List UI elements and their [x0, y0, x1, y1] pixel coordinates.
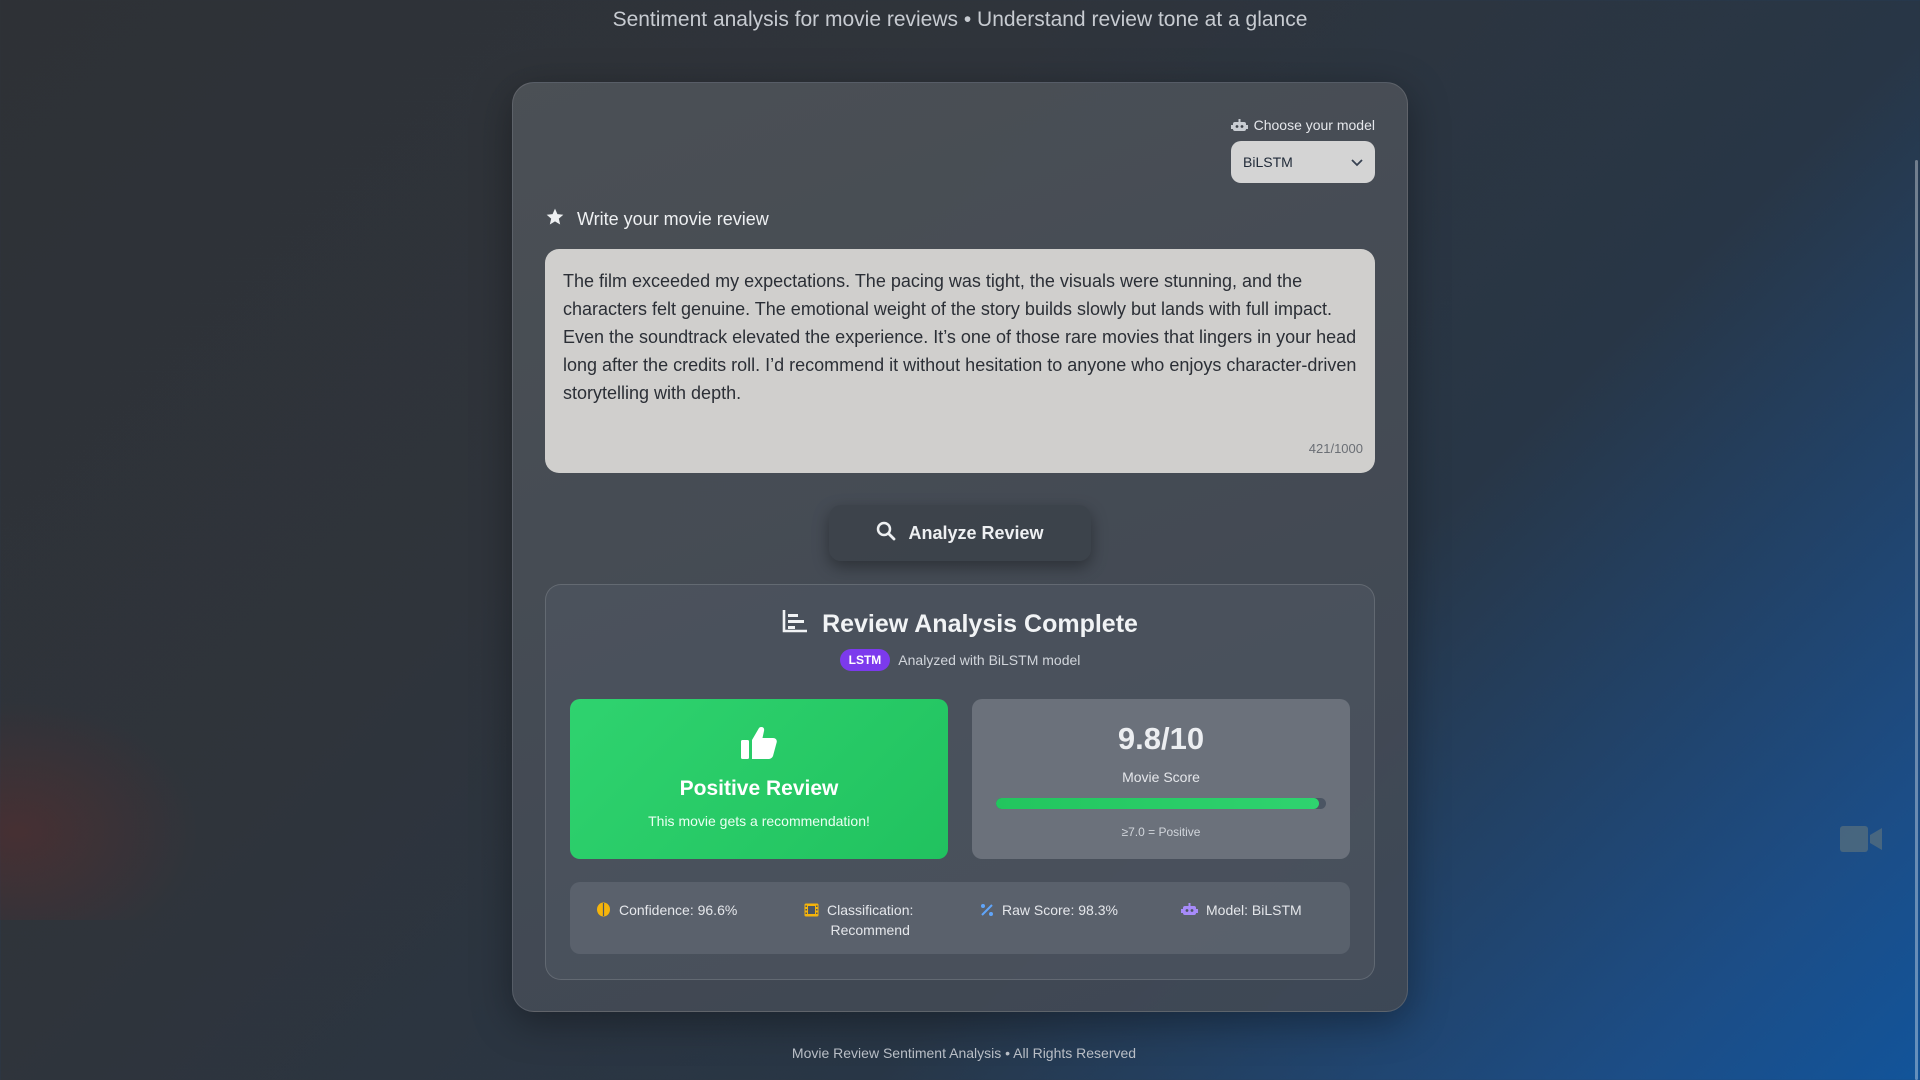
thumbs-up-icon: [570, 725, 948, 761]
review-heading: Write your movie review: [545, 207, 769, 232]
results-title-row: Review Analysis Complete: [546, 609, 1374, 640]
stat-classification-line2: Recommend: [830, 922, 910, 938]
sentiment-card: Positive Review This movie gets a recomm…: [570, 699, 948, 859]
model-picker: Choose your model BiLSTM: [1229, 117, 1375, 183]
video-camera-icon[interactable]: [1840, 826, 1882, 857]
model-label: Choose your model: [1253, 117, 1375, 133]
stat-model: Model: BiLSTM: [1181, 900, 1302, 922]
search-icon: [876, 521, 896, 546]
robot-icon: [1230, 118, 1248, 133]
results-panel: Review Analysis Complete LSTM Analyzed w…: [545, 584, 1375, 980]
score-progress-bar: [996, 798, 1326, 809]
results-subtitle: Analyzed with BiLSTM model: [898, 652, 1081, 668]
page-scrollbar[interactable]: [1915, 160, 1918, 1080]
sentiment-title: Positive Review: [679, 777, 839, 800]
movie-score-label: Movie Score: [1122, 769, 1200, 785]
results-subtitle-row: LSTM Analyzed with BiLSTM model: [546, 649, 1374, 671]
stat-model-text: Model: BiLSTM: [1206, 902, 1302, 918]
review-textarea[interactable]: The film exceeded my expectations. The p…: [545, 249, 1375, 473]
page-tagline: Sentiment analysis for movie reviews • U…: [612, 8, 1308, 31]
analyze-review-label: Analyze Review: [908, 522, 1044, 543]
movie-score-value: 9.8/10: [1117, 721, 1205, 756]
percent-icon: [980, 902, 994, 922]
model-badge: LSTM: [839, 649, 891, 671]
chevron-down-icon: [1351, 154, 1363, 170]
bar-chart-icon: [782, 609, 808, 640]
stat-raw-score: Raw Score: 98.3%: [980, 900, 1118, 922]
star-icon: [545, 207, 565, 232]
background-blob: [0, 700, 200, 920]
model-select[interactable]: BiLSTM: [1231, 141, 1375, 183]
char-count: 421/1000: [1308, 441, 1363, 456]
brain-icon: [596, 902, 611, 922]
page-footer: Movie Review Sentiment Analysis • All Ri…: [791, 1045, 1137, 1061]
stat-confidence: Confidence: 96.6%: [596, 900, 737, 922]
analysis-card: Choose your model BiLSTM Write your movi…: [512, 82, 1408, 1012]
stat-raw-score-text: Raw Score: 98.3%: [1002, 902, 1118, 918]
sentiment-subtitle: This movie gets a recommendation!: [648, 813, 870, 829]
film-icon: [804, 902, 819, 922]
analyze-review-button[interactable]: Analyze Review: [829, 505, 1091, 561]
model-select-value: BiLSTM: [1243, 154, 1293, 170]
robot-icon: [1181, 902, 1198, 922]
review-heading-label: Write your movie review: [577, 209, 769, 229]
stat-classification: Classification: Recommend: [804, 900, 913, 940]
results-title: Review Analysis Complete: [822, 610, 1138, 638]
model-label-row: Choose your model: [1229, 117, 1375, 133]
stat-confidence-text: Confidence: 96.6%: [619, 902, 738, 918]
stat-classification-text: Classification: Recommend: [827, 900, 913, 940]
score-card: 9.8/10 Movie Score ≥7.0 = Positive: [972, 699, 1350, 859]
score-progress-fill: [996, 798, 1320, 809]
review-text: The film exceeded my expectations. The p…: [563, 271, 1357, 403]
stat-classification-line1: Classification:: [827, 902, 914, 918]
stats-bar: Confidence: 96.6% Classification: Recomm…: [570, 882, 1350, 954]
score-threshold: ≥7.0 = Positive: [1121, 825, 1201, 839]
